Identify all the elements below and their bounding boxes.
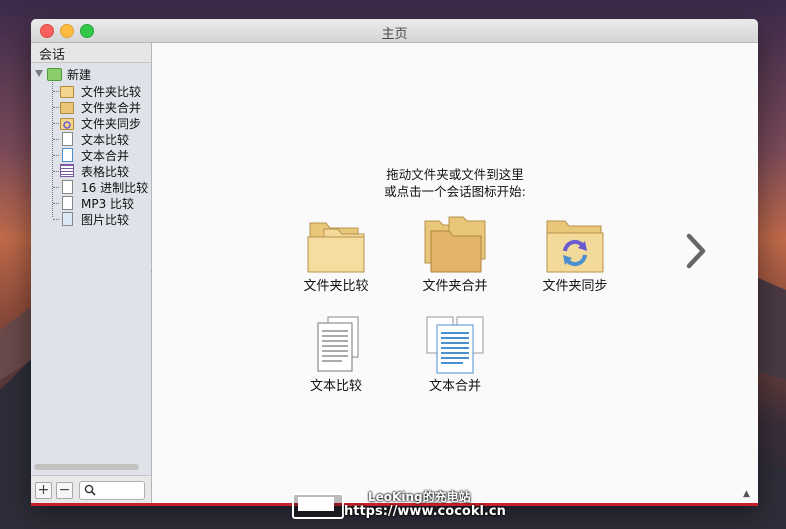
tree-connector — [53, 107, 59, 108]
action-folder-merge[interactable]: 文件夹合并 — [405, 215, 505, 295]
action-folder-sync[interactable]: 文件夹同步 — [525, 215, 625, 295]
text-compare-icon — [62, 132, 73, 146]
drop-prompt-line2: 或点击一个会话图标开始: — [384, 184, 526, 199]
hex-compare-icon — [62, 180, 73, 194]
sidebar-item-mp3-compare[interactable]: MP3 比较 — [53, 195, 153, 211]
session-sidebar: 会话 新建 文件夹比较 文件夹合并 文件夹同步 文本比较 文本合并 表格比较 1… — [31, 43, 152, 504]
sidebar-bottom-bar: + − — [31, 475, 151, 504]
action-folder-compare[interactable]: 文件夹比较 — [286, 215, 386, 295]
folder-merge-icon — [424, 216, 486, 273]
folder-compare-icon — [60, 86, 74, 98]
sidebar-item-hex-compare[interactable]: 16 进制比较 — [53, 179, 153, 195]
sidebar-item-label: MP3 比较 — [81, 197, 135, 211]
sidebar-item-folder-merge[interactable]: 文件夹合并 — [53, 99, 153, 115]
action-label: 文件夹同步 — [542, 279, 608, 294]
add-session-button[interactable]: + — [35, 482, 52, 499]
sidebar-item-label: 文本比较 — [81, 133, 130, 147]
folder-sync-icon — [546, 220, 604, 273]
scroll-up-arrow-icon[interactable]: ▲ — [743, 489, 750, 499]
sidebar-item-label: 图片比较 — [81, 213, 130, 227]
action-text-compare[interactable]: 文本比较 — [286, 315, 386, 395]
tree-connector — [53, 203, 59, 204]
sidebar-item-label: 文件夹合并 — [81, 101, 142, 115]
text-compare-icon — [317, 316, 359, 372]
picture-compare-icon — [62, 212, 73, 226]
sidebar-item-label: 文件夹同步 — [81, 117, 142, 131]
mp3-compare-icon — [62, 196, 73, 210]
sidebar-horizontal-scrollbar[interactable] — [34, 464, 139, 470]
action-label: 文件夹比较 — [303, 279, 369, 294]
sidebar-item-label: 16 进制比较 — [81, 181, 149, 195]
table-compare-icon — [60, 164, 74, 177]
folder-compare-icon — [307, 222, 365, 273]
watermark-line2: https://www.cocokl.cn — [344, 504, 506, 519]
tree-connector — [53, 123, 59, 124]
action-label: 文本合并 — [428, 379, 481, 394]
sidebar-item-label: 表格比较 — [81, 165, 130, 179]
sidebar-item-text-merge[interactable]: 文本合并 — [53, 147, 153, 163]
sidebar-header-label: 会话 — [39, 48, 66, 63]
sidebar-item-text-compare[interactable]: 文本比较 — [53, 131, 153, 147]
disclosure-triangle-icon[interactable] — [35, 70, 43, 77]
sidebar-item-label: 文件夹比较 — [81, 85, 142, 99]
search-icon — [84, 484, 96, 496]
action-label: 文本比较 — [309, 379, 362, 394]
folder-merge-icon — [60, 102, 74, 114]
window-title: 主页 — [381, 27, 408, 42]
chevron-right-icon[interactable] — [683, 231, 709, 271]
home-view: 拖动文件夹或文件到这里 或点击一个会话图标开始: 文件夹比较 文件夹合并 文件夹… — [152, 43, 758, 504]
session-search-input[interactable] — [79, 481, 145, 500]
remove-session-button[interactable]: − — [56, 482, 73, 499]
sidebar-item-label: 文本合并 — [81, 149, 130, 163]
app-window: 主页 会话 新建 文件夹比较 文件夹合并 文件夹同步 文本比较 文本合并 表格比… — [31, 19, 758, 504]
sidebar-header: 会话 — [31, 43, 151, 63]
sidebar-item-picture-compare[interactable]: 图片比较 — [53, 211, 153, 227]
tree-connector — [53, 139, 59, 140]
folder-sync-icon — [60, 118, 74, 130]
battery-logo-fill — [298, 497, 334, 511]
tree-root-label: 新建 — [67, 68, 92, 82]
sidebar-item-folder-sync[interactable]: 文件夹同步 — [53, 115, 153, 131]
text-merge-icon — [426, 316, 484, 374]
tree-connector — [53, 219, 59, 220]
action-text-merge[interactable]: 文本合并 — [405, 315, 505, 395]
new-session-icon — [47, 68, 62, 81]
title-bar: 主页 — [31, 19, 758, 43]
tree-connector — [53, 155, 59, 156]
watermark-line1: LeoKing的充电站 — [368, 490, 471, 504]
sidebar-item-table-compare[interactable]: 表格比较 — [53, 163, 153, 179]
action-label: 文件夹合并 — [422, 279, 488, 294]
text-merge-icon — [62, 148, 73, 162]
tree-connector — [53, 187, 59, 188]
tree-connector — [53, 91, 59, 92]
tree-connector — [53, 171, 59, 172]
sidebar-item-folder-compare[interactable]: 文件夹比较 — [53, 83, 153, 99]
